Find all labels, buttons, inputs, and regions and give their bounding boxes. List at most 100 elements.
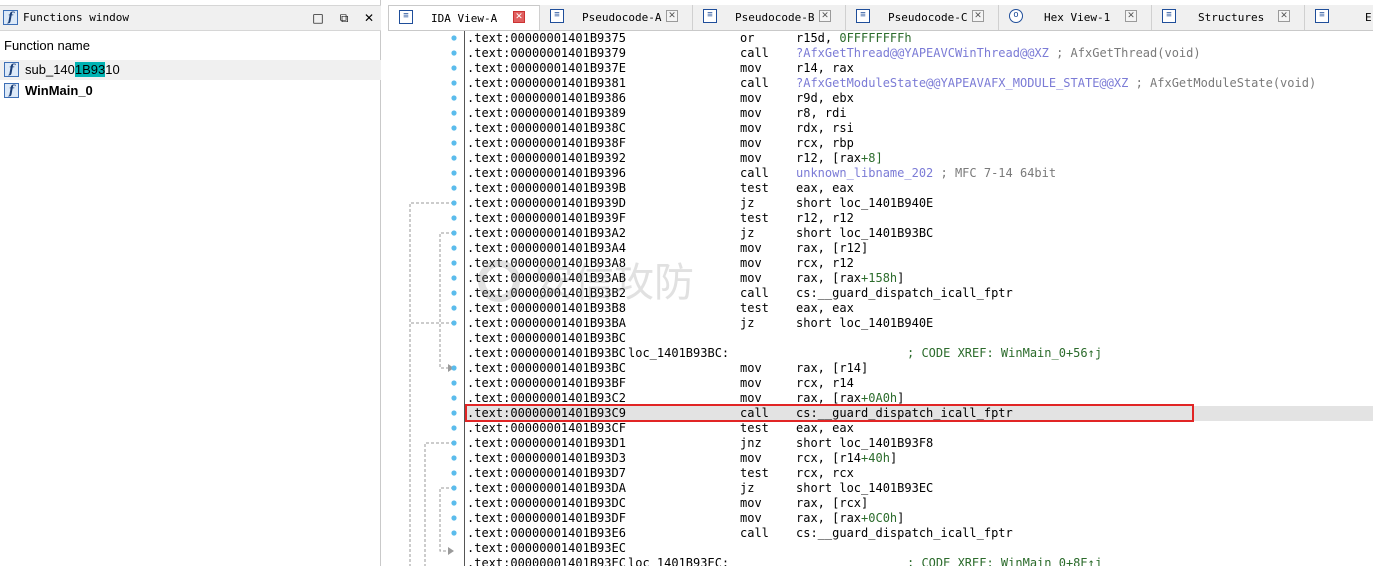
instruction-mnemonic[interactable]: mov	[740, 511, 762, 526]
line-address[interactable]: .text:00000001401B93BC	[467, 331, 626, 346]
instruction-operands[interactable]: short loc_1401B93EC	[796, 481, 933, 496]
instruction-mnemonic[interactable]: call	[740, 526, 769, 541]
line-address[interactable]: .text:00000001401B9392	[467, 151, 626, 166]
line-address[interactable]: .text:00000001401B93D1	[467, 436, 626, 451]
instruction-operands[interactable]: ?AfxGetThread@@YAPEAVCWinThread@@XZ ; Af…	[796, 46, 1201, 61]
instruction-operands[interactable]: eax, eax	[796, 301, 854, 316]
close-icon[interactable]: ✕	[972, 10, 984, 22]
function-list-item[interactable]: f sub_1401B9310	[0, 60, 381, 80]
disassembly-line[interactable]: .text:00000001401B93BA jz short loc_1401B9…	[465, 316, 1373, 331]
line-address[interactable]: .text:00000001401B9379	[467, 46, 626, 61]
maximize-button[interactable]: □	[310, 10, 326, 26]
instruction-mnemonic[interactable]: call	[740, 76, 769, 91]
instruction-operands[interactable]: rcx, r14	[796, 376, 854, 391]
instruction-mnemonic[interactable]: mov	[740, 391, 762, 406]
line-address[interactable]: .text:00000001401B93C2	[467, 391, 626, 406]
line-address[interactable]: .text:00000001401B93CF	[467, 421, 626, 436]
instruction-mnemonic[interactable]: test	[740, 211, 769, 226]
instruction-mnemonic[interactable]: mov	[740, 91, 762, 106]
line-address[interactable]: .text:00000001401B939F	[467, 211, 626, 226]
line-address[interactable]: .text:00000001401B93BF	[467, 376, 626, 391]
instruction-mnemonic[interactable]: mov	[740, 271, 762, 286]
disassembly-line[interactable]: .text:00000001401B937E mov r14, rax	[465, 61, 1373, 76]
instruction-mnemonic[interactable]: call	[740, 46, 769, 61]
disassembly-line[interactable]: .text:00000001401B9381 call ?AfxGetModuleS…	[465, 76, 1373, 91]
instruction-operands[interactable]: rax, [r12]	[796, 241, 868, 256]
instruction-mnemonic[interactable]: mov	[740, 121, 762, 136]
instruction-mnemonic[interactable]: jz	[740, 196, 754, 211]
line-address[interactable]: .text:00000001401B93DA	[467, 481, 626, 496]
close-window-button[interactable]: ✕	[361, 10, 377, 26]
disassembly-line[interactable]: .text:00000001401B9375 or r15d, 0FFFFFFFFh	[465, 31, 1373, 46]
line-address[interactable]: .text:00000001401B93DF	[467, 511, 626, 526]
line-address[interactable]: .text:00000001401B9381	[467, 76, 626, 91]
disassembly-line[interactable]: .text:00000001401B93EC	[465, 541, 1373, 556]
close-icon[interactable]: ✕	[1278, 10, 1290, 22]
code-xref-comment[interactable]: ; CODE XREF: WinMain_0+8E↑j	[907, 556, 1102, 566]
instruction-operands[interactable]: rax, [rax+158h]	[796, 271, 904, 286]
instruction-operands[interactable]: eax, eax	[796, 181, 854, 196]
instruction-operands[interactable]: rax, [rax+0C0h]	[796, 511, 904, 526]
instruction-operands[interactable]: r9d, ebx	[796, 91, 854, 106]
line-address[interactable]: .text:00000001401B939D	[467, 196, 626, 211]
instruction-operands[interactable]: cs:__guard_dispatch_icall_fptr	[796, 526, 1013, 541]
instruction-mnemonic[interactable]: jz	[740, 316, 754, 331]
tab-pseudocode-c[interactable]: ≡ Pseudocode-C ✕	[846, 5, 999, 30]
instruction-mnemonic[interactable]: or	[740, 31, 754, 46]
disassembly-line[interactable]: .text:00000001401B939D jz short loc_1401B9…	[465, 196, 1373, 211]
disassembly-line[interactable]: .text:00000001401B93CF test eax, eax	[465, 421, 1373, 436]
instruction-operands[interactable]: r14, rax	[796, 61, 854, 76]
disassembly-line[interactable]: .text:00000001401B938F mov rcx, rbp	[465, 136, 1373, 151]
current-disassembly-line[interactable]: .text:00000001401B93C9 call cs:__guard_dis…	[465, 406, 1373, 421]
disassembly-line[interactable]: .text:00000001401B9392 mov r12, [rax+8]	[465, 151, 1373, 166]
disassembly-line[interactable]: .text:00000001401B93A2 jz short loc_1401B9…	[465, 226, 1373, 241]
instruction-operands[interactable]: r12, r12	[796, 211, 854, 226]
close-icon[interactable]: ✕	[1125, 10, 1137, 22]
tab-ida-view-a[interactable]: ≡ IDA View-A ✕	[388, 5, 540, 30]
instruction-operands[interactable]: rax, [r14]	[796, 361, 868, 376]
line-address[interactable]: .text:00000001401B9375	[467, 31, 626, 46]
disassembly-line[interactable]: .text:00000001401B939F test r12, r12	[465, 211, 1373, 226]
instruction-mnemonic[interactable]: test	[740, 301, 769, 316]
instruction-mnemonic[interactable]: call	[740, 286, 769, 301]
line-address[interactable]: .text:00000001401B93EC	[467, 556, 626, 566]
code-label[interactable]: loc_1401B93BC:	[628, 346, 729, 361]
instruction-mnemonic[interactable]: test	[740, 421, 769, 436]
function-name-column-header[interactable]: Function name	[4, 38, 90, 53]
line-address[interactable]: .text:00000001401B93DC	[467, 496, 626, 511]
instruction-operands[interactable]: unknown_libname_202 ; MFC 7-14 64bit	[796, 166, 1056, 181]
instruction-mnemonic[interactable]: mov	[740, 136, 762, 151]
instruction-operands[interactable]: rcx, [r14+40h]	[796, 451, 897, 466]
code-xref-comment[interactable]: ; CODE XREF: WinMain_0+56↑j	[907, 346, 1102, 361]
instruction-mnemonic[interactable]: jnz	[740, 436, 762, 451]
disassembly-line[interactable]: .text:00000001401B9396 call unknown_libnam…	[465, 166, 1373, 181]
line-address[interactable]: .text:00000001401B93E6	[467, 526, 626, 541]
line-address[interactable]: .text:00000001401B93D7	[467, 466, 626, 481]
instruction-mnemonic[interactable]: mov	[740, 496, 762, 511]
tab-structures[interactable]: ≡ Structures ✕	[1152, 5, 1305, 30]
instruction-mnemonic[interactable]: mov	[740, 241, 762, 256]
tab-enums[interactable]: ≡ E	[1305, 5, 1373, 30]
disassembly-line[interactable]: .text:00000001401B9386 mov r9d, ebx	[465, 91, 1373, 106]
instruction-mnemonic[interactable]: jz	[740, 226, 754, 241]
code-label[interactable]: loc_1401B93EC:	[628, 556, 729, 566]
instruction-operands[interactable]: r12, [rax+8]	[796, 151, 883, 166]
instruction-operands[interactable]: r15d, 0FFFFFFFFh	[796, 31, 912, 46]
float-window-button[interactable]: ⧉	[336, 10, 352, 26]
tab-hex-view-1[interactable]: o Hex View-1 ✕	[999, 5, 1152, 30]
disassembly-line[interactable]: .text:00000001401B93BC loc_1401B93BC: ; CO…	[465, 346, 1373, 361]
instruction-mnemonic[interactable]: mov	[740, 376, 762, 391]
line-address[interactable]: .text:00000001401B93BC	[467, 361, 626, 376]
line-address[interactable]: .text:00000001401B939B	[467, 181, 626, 196]
instruction-operands[interactable]: cs:__guard_dispatch_icall_fptr	[796, 286, 1013, 301]
instruction-mnemonic[interactable]: mov	[740, 151, 762, 166]
instruction-operands[interactable]: rcx, r12	[796, 256, 854, 271]
disassembly-line[interactable]: .text:00000001401B93BF mov rcx, r14	[465, 376, 1373, 391]
line-address[interactable]: .text:00000001401B93C9	[467, 406, 626, 421]
close-icon[interactable]: ✕	[819, 10, 831, 22]
line-address[interactable]: .text:00000001401B93A2	[467, 226, 626, 241]
disassembly-line[interactable]: .text:00000001401B93D7 test rcx, rcx	[465, 466, 1373, 481]
functions-window-titlebar[interactable]: f Functions window □ ⧉ ✕	[0, 5, 381, 31]
disassembly-line[interactable]: .text:00000001401B939B test eax, eax	[465, 181, 1373, 196]
instruction-operands[interactable]: cs:__guard_dispatch_icall_fptr	[796, 406, 1013, 421]
